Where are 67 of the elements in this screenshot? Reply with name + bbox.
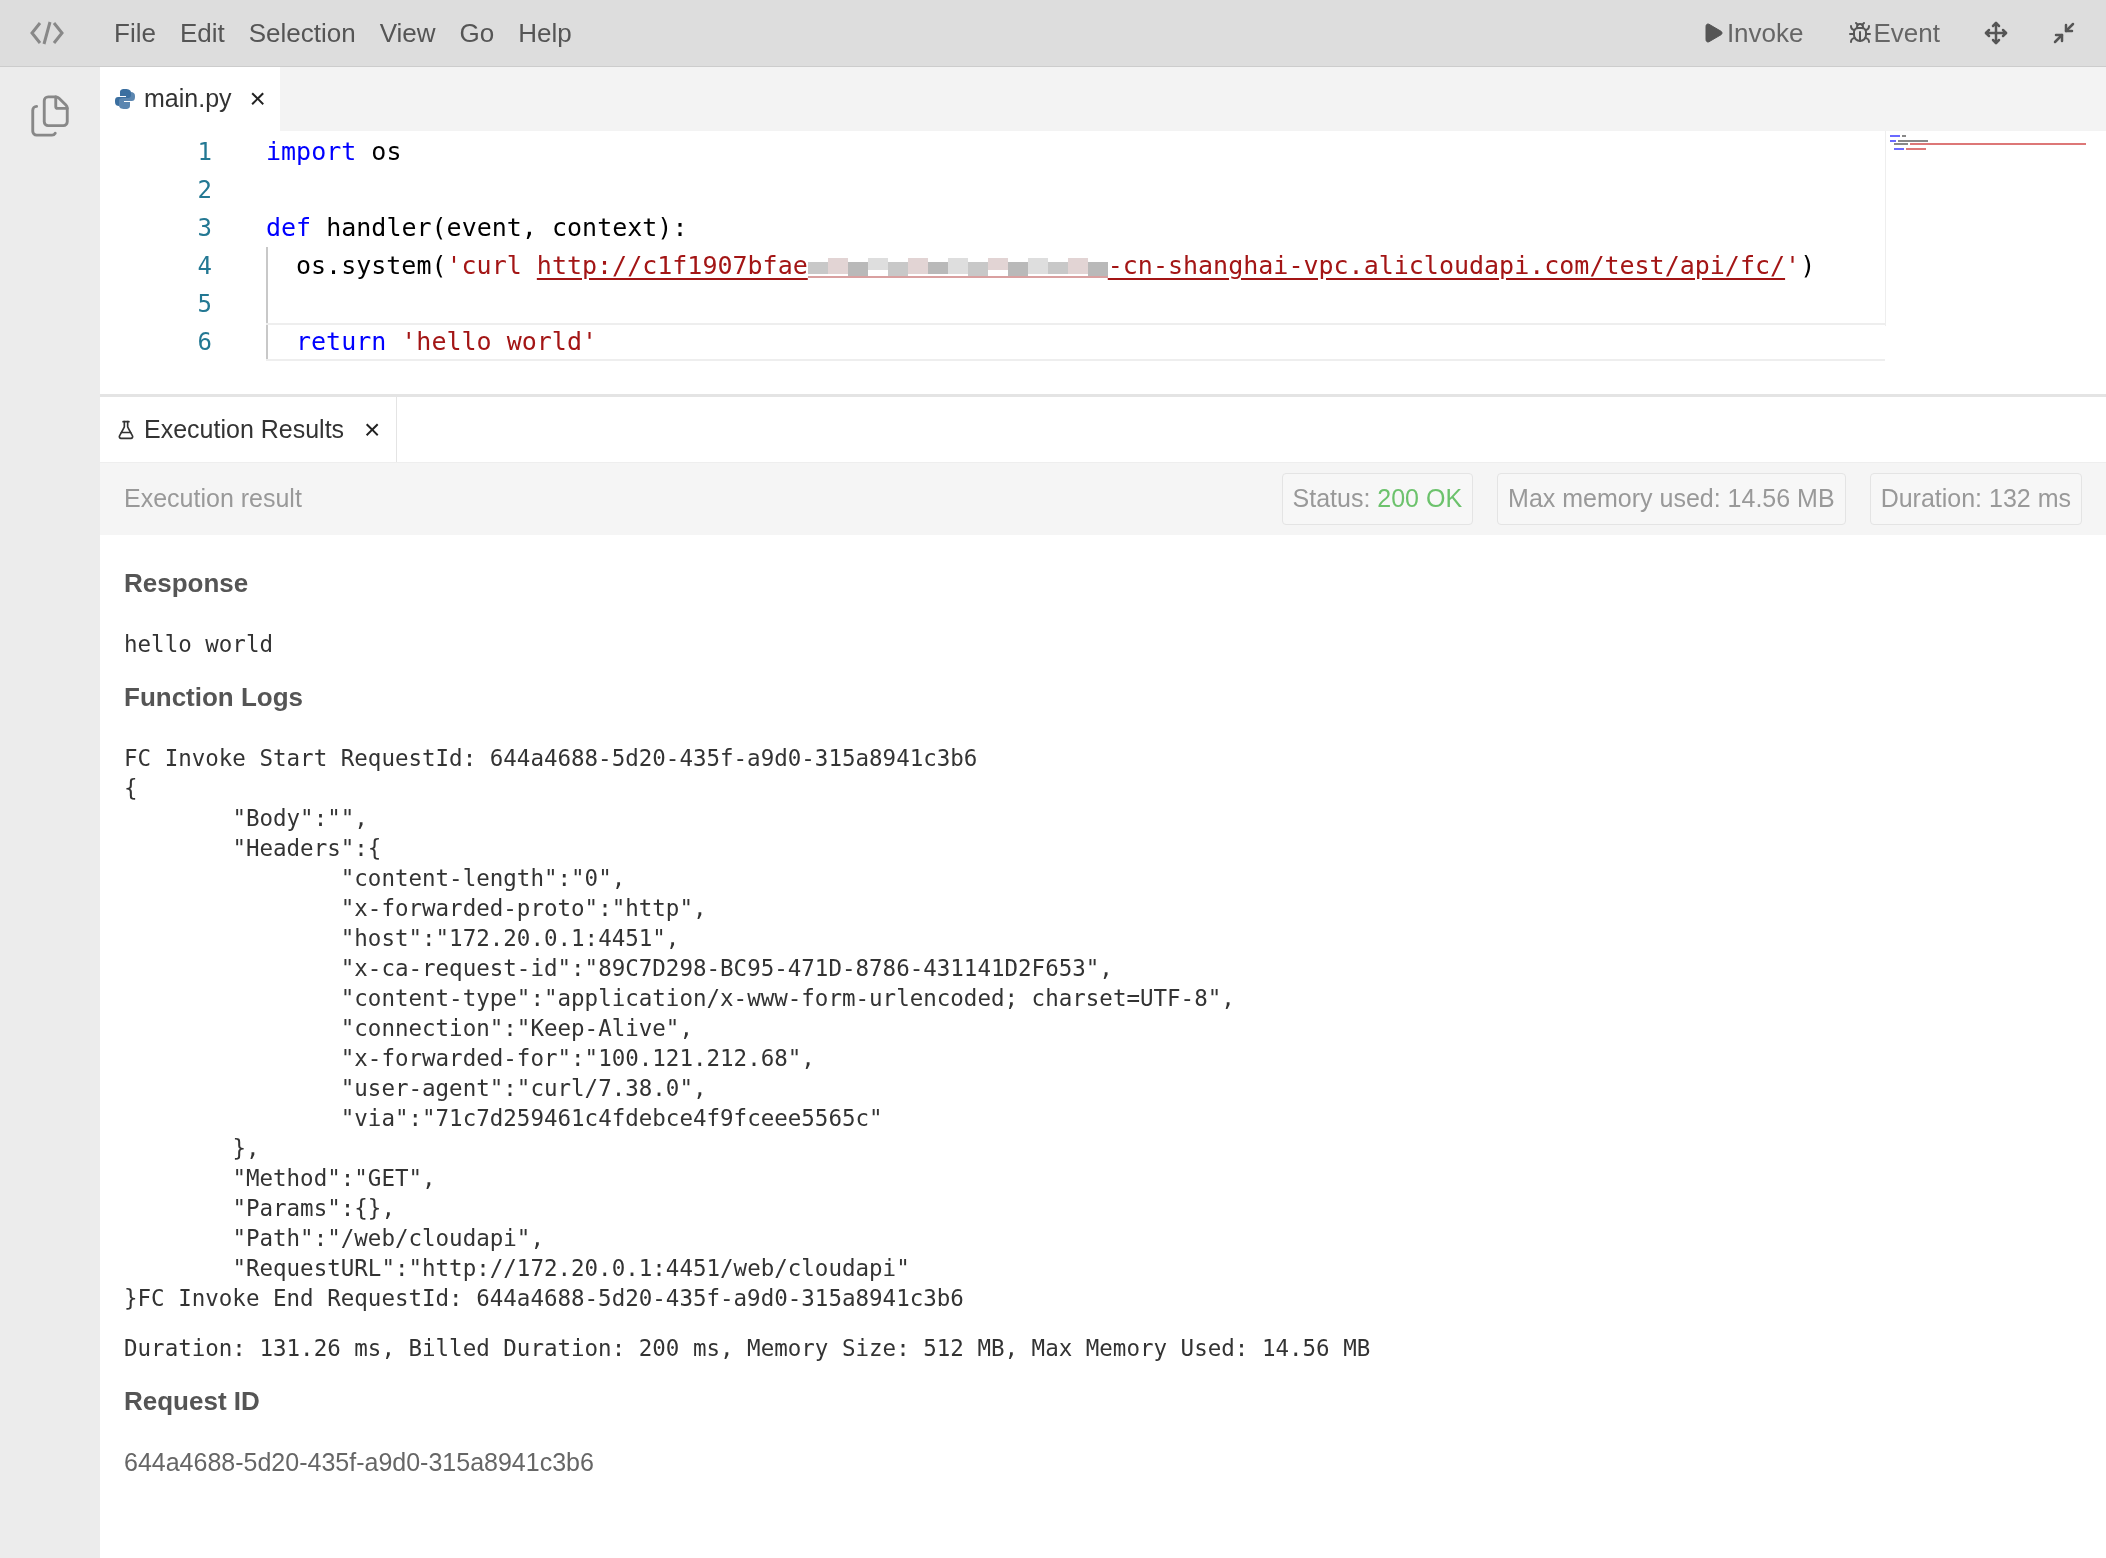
code-text: handler(event, context): [325,213,688,243]
request-id: 644a4688-5d20-435f-a9d0-315a8941c3b6 [124,1447,595,1477]
log-line: "via":"71c7d259461c4fdebce4f9fceee5565c" [339,1104,884,1133]
line-number: 4 [196,251,213,282]
status-badge: Max memory used: 14.56 MB [1497,473,1846,525]
line-number: 1 [196,137,213,168]
log-line: "host":"172.20.0.1:4451", [339,924,681,953]
log-line: "x-forwarded-for":"100.121.212.68", [339,1044,816,1073]
line-number: 3 [196,213,213,244]
menu-item[interactable]: File [102,0,168,66]
status-badge: Status: 200 OK [1281,473,1474,525]
code-text: os [370,137,402,167]
log-line: FC Invoke Start RequestId: 644a4688-5d20-435f-a9d0-315a8941c3b6 [124,744,979,773]
code-string: 'curl [446,251,523,281]
code-keyword: return [296,327,387,357]
log-line: hello world [124,630,274,659]
collapse-icon [2052,21,2076,45]
log-line: }FC Invoke End RequestId: 644a4688-5d20-435f-a9d0-315a8941c3b6 [124,1284,965,1313]
menu-item[interactable]: Go [447,0,507,66]
menu-item[interactable]: View [367,0,448,66]
section-heading: Request ID [124,1385,261,1418]
log-line: "x-forwarded-proto":"http", [339,894,708,923]
results-tab[interactable]: Execution Results × [100,397,398,462]
log-line: "user-agent":"curl/7.38.0", [339,1074,708,1103]
log-line: "Path":"/web/cloudapi", [231,1224,545,1253]
line-number: 2 [196,175,213,206]
code-string: 'hello world' [401,327,597,357]
code-keyword: def [266,213,312,243]
log-line: "content-type":"application/x-www-form-urlencoded; charset=UTF-8", [339,984,1236,1013]
section-heading: Function Logs [124,681,305,714]
log-line: "RequestURL":"http://172.20.0.1:4451/web/cloudapi" [231,1254,911,1283]
line-number: 5 [196,289,213,320]
menu-item[interactable]: Edit [167,0,237,66]
move-icon [1984,21,2008,45]
line-number: 6 [196,327,213,358]
editor-tab[interactable]: main.py × [100,67,280,131]
code-text: ) [1800,251,1816,281]
menu-item[interactable]: Selection [236,0,368,66]
log-line: "content-length":"0", [339,864,627,893]
log-line: Duration: 131.26 ms, Billed Duration: 200 ms, Memory Size: 512 MB, Max Memory Used: 14.56 MB [124,1334,1372,1363]
log-line: "Method":"GET", [231,1164,437,1193]
bug-icon [1847,21,1872,45]
log-line: { [124,774,139,803]
log-line: "connection":"Keep-Alive", [339,1014,694,1043]
log-line: "x-ca-request-id":"89C7D298-BC95-471D-8786-431141D2F653", [339,954,1114,983]
tab-label: main.py [144,83,232,115]
code-link[interactable]: -cn-shanghai-vpc.alicloudapi.com/test/api/fc/ [1107,251,1786,281]
code-text: os.system( [296,251,447,281]
code-keyword: import [266,137,357,167]
status-badge: Duration: 132 ms [1869,473,2082,525]
log-line: }, [231,1134,261,1163]
close-icon[interactable]: × [249,78,266,120]
section-heading: Response [124,567,250,600]
code-string: ' [1785,251,1801,281]
menu-item[interactable]: Help [506,0,584,66]
python-icon [114,88,136,110]
flask-icon [116,419,136,440]
code-link[interactable]: http://c1f1907bfae [536,251,808,281]
toolbar-button[interactable]: Event [1825,0,1962,66]
results-title: Execution result [124,483,303,515]
log-line: "Body":"", [231,804,369,833]
code-logo-icon [30,19,64,47]
close-icon[interactable]: × [364,408,381,451]
log-line: "Params":{}, [231,1194,396,1223]
toolbar-button[interactable]: Invoke [1678,0,1826,66]
log-line: "Headers":{ [231,834,383,863]
tab-label: Execution Results [144,413,345,445]
